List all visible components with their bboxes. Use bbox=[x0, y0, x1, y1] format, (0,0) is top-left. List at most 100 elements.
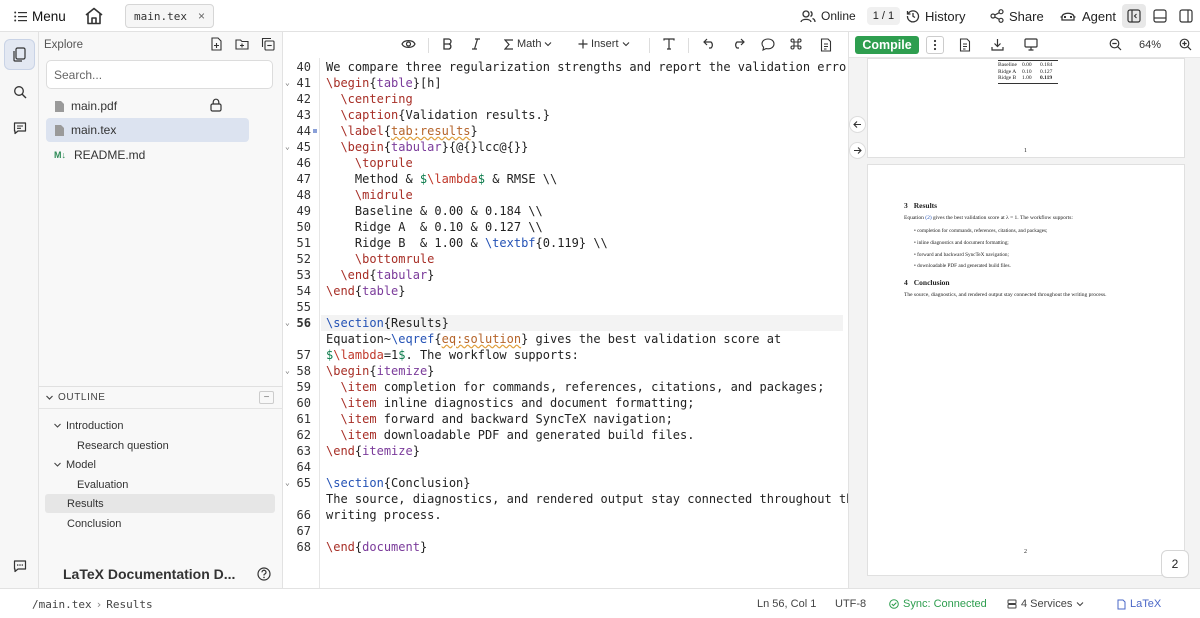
code-line[interactable]: \bottomrule bbox=[326, 251, 434, 267]
fold-toggle-icon[interactable]: ⌄ bbox=[285, 75, 293, 91]
tab-main-tex[interactable]: main.tex × bbox=[125, 4, 214, 28]
bottom-layout-button[interactable] bbox=[1148, 4, 1172, 28]
online-users[interactable]: Online 1 / 1 bbox=[800, 0, 901, 32]
code-area[interactable]: 40 41 ⌄ 42 43 44 45 ⌄ 46 47 48 49 50 51 52 53 54 55 56 ⌄ 57 5… bbox=[283, 58, 861, 588]
code-line[interactable]: \section{Results} bbox=[326, 315, 449, 331]
home-button[interactable] bbox=[84, 0, 104, 32]
outline-item-model[interactable]: Model bbox=[53, 455, 96, 474]
code-line[interactable]: $\lambda=1$. The workflow supports: bbox=[326, 347, 579, 363]
page-indicator[interactable]: 2 bbox=[1161, 550, 1189, 578]
breadcrumb-file[interactable]: /main.tex bbox=[32, 598, 92, 611]
encoding[interactable]: UTF-8 bbox=[835, 598, 866, 610]
share-button[interactable]: Share bbox=[990, 0, 1044, 32]
fold-toggle-icon[interactable]: ⌄ bbox=[285, 315, 293, 331]
outline-item-conclusion[interactable]: Conclusion bbox=[67, 514, 121, 533]
sync-to-pdf-button[interactable] bbox=[849, 142, 866, 159]
code-line[interactable]: writing process. bbox=[326, 507, 442, 523]
code-line[interactable]: Ridge B & 1.00 & \textbf{0.119} \\ bbox=[326, 235, 608, 251]
toolbar-divider bbox=[688, 38, 689, 53]
document-settings-button[interactable] bbox=[820, 38, 832, 52]
code-line[interactable]: \caption{Validation results.} bbox=[326, 107, 550, 123]
comments-rail-button[interactable] bbox=[4, 112, 35, 143]
fold-toggle-icon[interactable]: ⌄ bbox=[285, 363, 293, 379]
bold-button[interactable] bbox=[442, 38, 453, 50]
code-line[interactable]: Baseline & 0.00 & 0.184 \\ bbox=[326, 203, 543, 219]
redo-button[interactable] bbox=[732, 38, 745, 49]
chevron-down-icon bbox=[53, 421, 62, 430]
services-menu[interactable]: 4 Services bbox=[1007, 598, 1084, 610]
code-line[interactable]: \begin{itemize} bbox=[326, 363, 434, 379]
outline-collapse-button[interactable]: − bbox=[259, 391, 274, 404]
close-icon[interactable]: × bbox=[198, 9, 205, 23]
code-line[interactable]: \item inline diagnostics and document fo… bbox=[326, 395, 694, 411]
compile-button[interactable]: Compile bbox=[855, 36, 919, 54]
code-line[interactable]: \item downloadable PDF and generated bui… bbox=[326, 427, 694, 443]
format-text-button[interactable] bbox=[663, 38, 675, 50]
code-line[interactable]: \end{table} bbox=[326, 283, 406, 299]
outline-item-introduction[interactable]: Introduction bbox=[53, 416, 123, 435]
right-layout-button[interactable] bbox=[1174, 4, 1198, 28]
compile-options-button[interactable] bbox=[926, 36, 944, 54]
history-button[interactable]: History bbox=[906, 0, 965, 32]
code-line[interactable]: \begin{table}[h] bbox=[326, 75, 442, 91]
command-palette-button[interactable] bbox=[790, 38, 802, 50]
equation-link[interactable]: (2) bbox=[925, 215, 931, 221]
outline-item-research-question[interactable]: Research question bbox=[77, 436, 169, 455]
cursor-position[interactable]: Ln 56, Col 1 bbox=[757, 598, 816, 610]
zoom-level[interactable]: 64% bbox=[1139, 39, 1161, 51]
code-line[interactable]: \item completion for commands, reference… bbox=[326, 379, 824, 395]
code-line[interactable]: \end{document} bbox=[326, 539, 427, 555]
sync-to-source-button[interactable] bbox=[849, 116, 866, 133]
breadcrumb-section[interactable]: Results bbox=[106, 598, 152, 611]
comment-button[interactable] bbox=[761, 38, 775, 51]
code-line[interactable]: \item forward and backward SyncTeX navig… bbox=[326, 411, 672, 427]
help-icon[interactable] bbox=[257, 567, 271, 581]
zoom-in-button[interactable] bbox=[1179, 38, 1192, 51]
code-line[interactable]: Equation~\eqref{eq:solution} gives the b… bbox=[326, 331, 781, 347]
line-number: 57 bbox=[296, 348, 311, 362]
language-mode[interactable]: LaTeX bbox=[1117, 598, 1161, 610]
preview-toggle-button[interactable] bbox=[401, 38, 416, 50]
code-line[interactable]: \begin{tabular}{@{}lcc@{}} bbox=[326, 139, 528, 155]
collapse-all-icon[interactable] bbox=[261, 37, 275, 51]
zoom-out-button[interactable] bbox=[1109, 38, 1122, 51]
code-line[interactable]: \label{tab:results} bbox=[326, 123, 477, 139]
line-number: 53 bbox=[296, 268, 311, 282]
search-rail-button[interactable] bbox=[4, 76, 35, 107]
file-item-readme[interactable]: M↓ README.md bbox=[46, 143, 249, 167]
file-item-main-tex[interactable]: main.tex bbox=[46, 118, 249, 142]
outline-item-evaluation[interactable]: Evaluation bbox=[77, 475, 128, 494]
fold-toggle-icon[interactable]: ⌄ bbox=[285, 475, 293, 491]
menu-button[interactable]: Menu bbox=[14, 0, 66, 32]
panel-bottom-icon bbox=[1153, 9, 1167, 23]
feedback-rail-button[interactable] bbox=[4, 550, 35, 581]
code-line[interactable]: We compare three regularization strength… bbox=[326, 59, 861, 75]
agent-button[interactable]: Agent bbox=[1060, 0, 1116, 32]
code-line[interactable]: Ridge A & 0.10 & 0.127 \\ bbox=[326, 219, 543, 235]
new-file-icon[interactable] bbox=[209, 37, 223, 51]
code-line[interactable]: \end{tabular} bbox=[326, 267, 434, 283]
chevron-down-icon bbox=[53, 460, 62, 469]
code-line[interactable]: \end{itemize} bbox=[326, 443, 420, 459]
insert-menu[interactable]: Insert bbox=[578, 38, 630, 50]
present-button[interactable] bbox=[1024, 38, 1038, 51]
code-line[interactable]: \section{Conclusion} bbox=[326, 475, 471, 491]
outline-item-results[interactable]: Results bbox=[45, 494, 275, 513]
logs-button[interactable] bbox=[959, 38, 971, 52]
outline-header[interactable]: OUTLINE bbox=[39, 387, 283, 409]
files-rail-button[interactable] bbox=[4, 39, 35, 70]
code-line[interactable]: \toprule bbox=[326, 155, 413, 171]
sync-status[interactable]: Sync: Connected bbox=[889, 598, 987, 610]
code-line[interactable]: Method & $\lambda$ & RMSE \\ bbox=[326, 171, 557, 187]
search-input[interactable] bbox=[46, 60, 273, 89]
code-line[interactable]: \centering bbox=[326, 91, 412, 107]
new-folder-icon[interactable] bbox=[235, 37, 249, 51]
download-pdf-button[interactable] bbox=[991, 38, 1004, 51]
undo-button[interactable] bbox=[703, 38, 716, 49]
code-line[interactable]: The source, diagnostics, and rendered ou… bbox=[326, 491, 861, 507]
math-menu[interactable]: Math bbox=[504, 38, 552, 50]
sidebar-layout-button[interactable] bbox=[1122, 4, 1146, 28]
italic-button[interactable] bbox=[471, 38, 481, 50]
fold-toggle-icon[interactable]: ⌄ bbox=[285, 139, 293, 155]
code-line[interactable]: \midrule bbox=[326, 187, 413, 203]
